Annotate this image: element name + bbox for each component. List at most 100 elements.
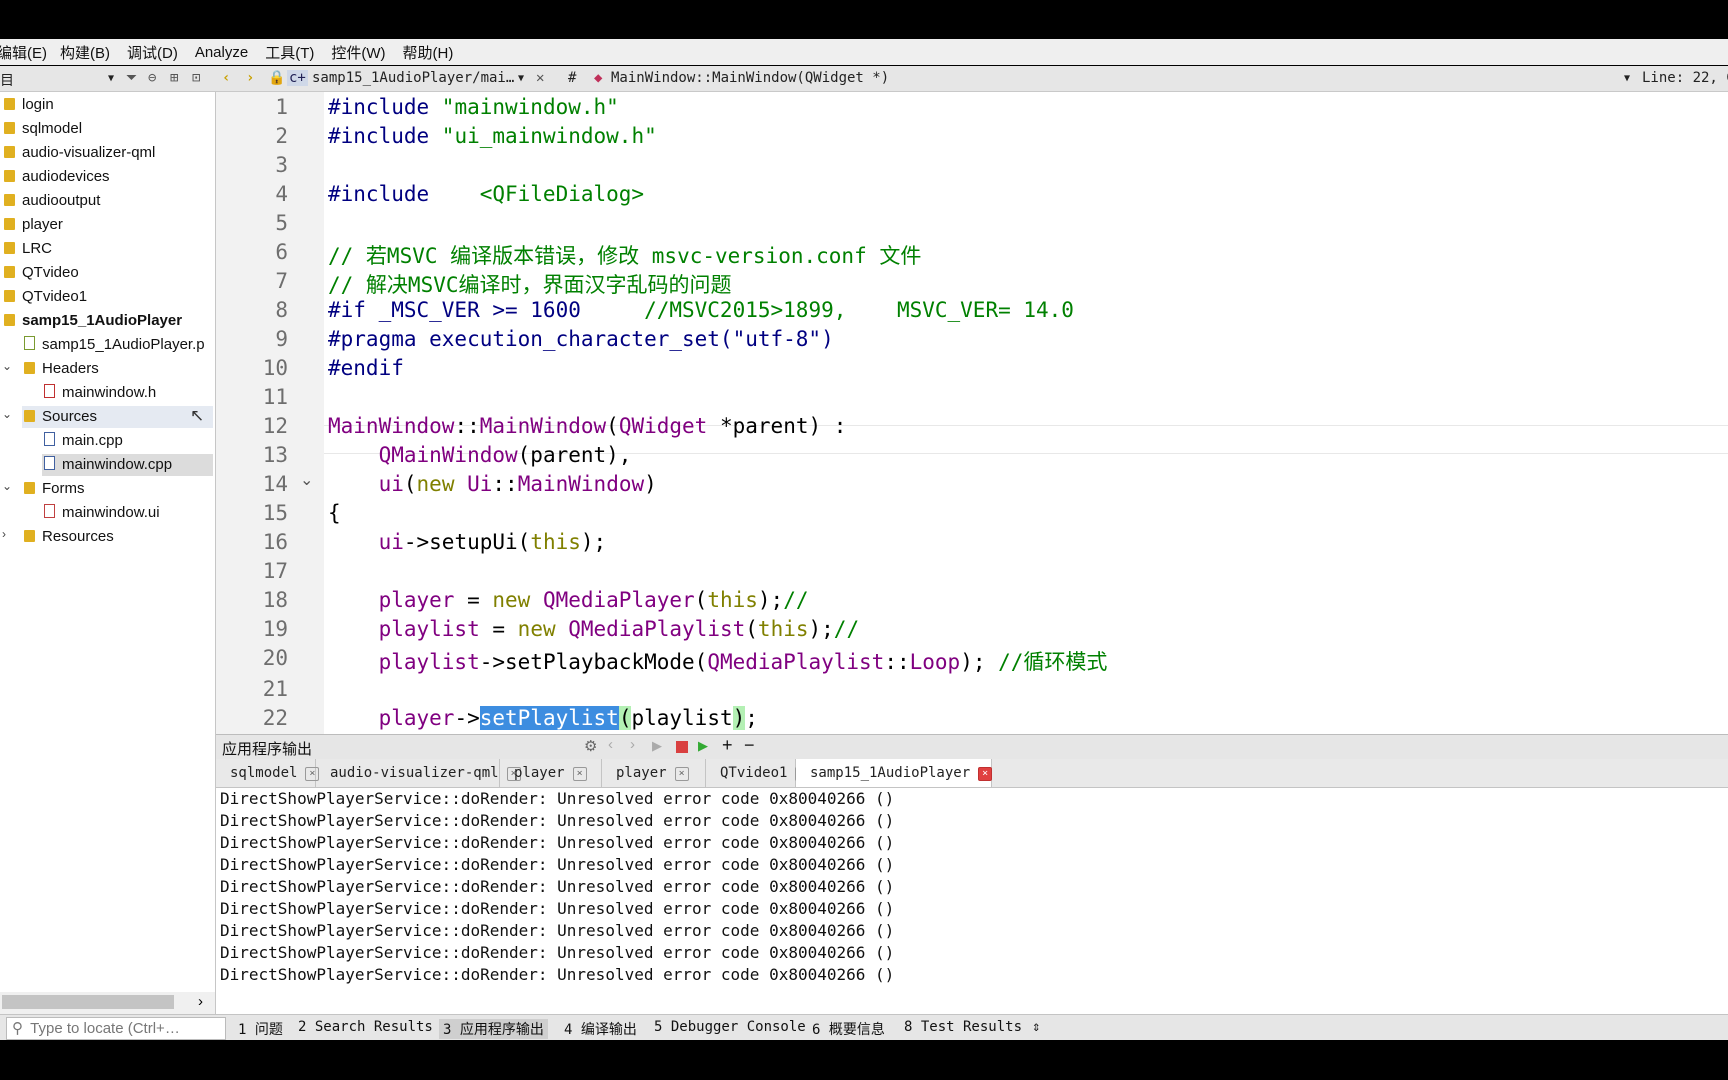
output-pane-button[interactable]: 6 概要信息 <box>812 1019 885 1039</box>
split-icon[interactable]: ⊞ <box>170 70 178 86</box>
tree-item[interactable]: main.cpp <box>42 430 147 452</box>
menu-debug[interactable]: 调试(D) <box>127 42 178 63</box>
chevron-down-icon[interactable]: ▼ <box>1624 73 1630 84</box>
code-line[interactable]: // 解决MSVC编译时，界面汉字乱码的问题 <box>328 269 732 299</box>
code-token: QWidget <box>618 414 708 438</box>
output-pane-button[interactable]: 1 问题 <box>238 1019 283 1039</box>
tree-item[interactable]: sqlmodel <box>0 118 106 140</box>
tree-item[interactable]: Sources <box>22 406 213 428</box>
output-pane-button[interactable]: 3 应用程序输出 <box>439 1019 548 1039</box>
tree-item[interactable]: audiooutput <box>0 190 124 212</box>
output-pane-button[interactable]: 5 Debugger Console <box>654 1019 806 1035</box>
filter-icon[interactable]: ⏷ <box>126 70 137 86</box>
chevron-down-icon[interactable]: ▼ <box>518 73 524 84</box>
code-line[interactable]: #endif <box>328 356 404 380</box>
code-line[interactable]: playlist->setPlaybackMode(QMediaPlaylist… <box>328 646 1108 676</box>
run-icon[interactable]: ▶ <box>652 738 662 754</box>
code-line[interactable]: player->setPlaylist(playlist); <box>328 706 758 730</box>
fold-marker-icon[interactable]: ⌄ <box>300 470 313 490</box>
code-line[interactable]: MainWindow::MainWindow(QWidget *parent) … <box>328 414 846 438</box>
chevron-down-icon[interactable]: ⌄ <box>2 479 12 493</box>
output-pane-button[interactable]: 2 Search Results <box>298 1019 433 1035</box>
code-line[interactable]: ui->setupUi(this); <box>328 530 607 554</box>
tree-item[interactable]: Headers <box>22 358 123 380</box>
tree-item[interactable]: samp15_1AudioPlayer.p <box>22 334 229 356</box>
code-line[interactable]: #include <QFileDialog> <box>328 182 644 206</box>
code-line[interactable]: playlist = new QMediaPlaylist(this);// <box>328 617 860 641</box>
tree-item[interactable]: QTvideo <box>0 262 103 284</box>
forward-arrow-icon[interactable]: › <box>246 70 254 86</box>
tree-item[interactable]: audiodevices <box>0 166 134 188</box>
line-number: 15 <box>262 501 288 525</box>
tree-item-label: mainwindow.h <box>62 384 157 401</box>
menu-edit[interactable]: 编辑(E) <box>0 42 47 63</box>
chevron-down-icon[interactable]: ⌄ <box>2 407 12 421</box>
sidebar-scrollbar[interactable]: › <box>0 992 215 1014</box>
code-line[interactable]: #pragma execution_character_set("utf-8") <box>328 327 834 351</box>
tree-item[interactable]: login <box>0 94 78 116</box>
chevron-right-icon[interactable]: › <box>198 993 203 1010</box>
tree-item[interactable]: player <box>0 214 87 236</box>
tree-item[interactable]: QTvideo1 <box>0 286 111 308</box>
tree-item[interactable]: mainwindow.ui <box>42 502 184 524</box>
debug-run-icon[interactable]: ▶ <box>698 738 708 754</box>
menu-help[interactable]: 帮助(H) <box>403 42 454 63</box>
locator-input[interactable]: ⚲ Type to locate (Ctrl+… <box>6 1017 226 1040</box>
menu-build[interactable]: 构建(B) <box>60 42 110 63</box>
chevron-down-icon[interactable]: ▼ <box>108 73 114 84</box>
tree-item[interactable]: mainwindow.h <box>42 382 180 404</box>
add-icon[interactable]: + <box>722 735 733 756</box>
code-line[interactable]: // 若MSVC 编译版本错误，修改 msvc-version.conf 文件 <box>328 240 921 270</box>
settings-icon[interactable]: ⚙ <box>584 737 597 755</box>
close-tab-icon[interactable]: × <box>572 767 587 781</box>
code-line[interactable]: player = new QMediaPlayer(this);// <box>328 588 809 612</box>
close-tab-icon[interactable]: × <box>674 767 689 781</box>
cursor-position[interactable]: Line: 22, C <box>1642 70 1728 86</box>
code-line[interactable]: #include "mainwindow.h" <box>328 95 619 119</box>
output-tab[interactable]: samp15_1AudioPlayer × <box>796 759 993 787</box>
output-tab[interactable]: QTvideo1× <box>706 759 810 787</box>
application-output[interactable]: DirectShowPlayerService::doRender: Unres… <box>216 788 1728 1014</box>
close-sidebar-icon[interactable]: ⊡ <box>192 70 200 86</box>
chevron-right-icon[interactable]: › <box>2 527 12 541</box>
menu-bar: 编辑(E) 构建(B) 调试(D) Analyze 工具(T) 控件(W) 帮助… <box>0 39 1728 65</box>
minimize-icon[interactable]: − <box>744 735 755 756</box>
output-tab[interactable]: player × <box>602 759 706 787</box>
tree-item[interactable]: samp15_1AudioPlayer <box>0 310 206 332</box>
output-tab[interactable]: audio-visualizer-qml × <box>316 759 521 787</box>
tree-item[interactable]: mainwindow.cpp <box>42 454 213 476</box>
project-view-selector[interactable]: 目 <box>0 70 14 90</box>
scrollbar-thumb[interactable] <box>2 995 174 1009</box>
output-tab-label: QTvideo1 <box>720 765 788 781</box>
code-line[interactable]: { <box>328 501 341 525</box>
next-icon[interactable]: › <box>630 736 635 753</box>
stop-icon[interactable] <box>676 741 688 753</box>
output-pane-button[interactable]: 4 编译输出 <box>564 1019 637 1039</box>
code-line[interactable]: QMainWindow(parent), <box>328 443 632 467</box>
output-tab[interactable]: player × <box>500 759 602 787</box>
chevron-down-icon[interactable]: ⌄ <box>2 359 12 373</box>
tree-item-label: mainwindow.cpp <box>62 456 173 473</box>
tree-item[interactable]: Forms <box>22 478 109 500</box>
menu-analyze[interactable]: Analyze <box>195 44 248 61</box>
code-line[interactable]: #include "ui_mainwindow.h" <box>328 124 657 148</box>
tree-item[interactable]: LRC <box>0 238 76 260</box>
symbol-selector[interactable]: MainWindow::MainWindow(QWidget *) <box>611 70 889 86</box>
previous-icon[interactable]: ‹ <box>608 736 613 753</box>
code-line[interactable]: #if _MSC_VER >= 1600 //MSVC2015>1899, MS… <box>328 298 1074 322</box>
code-editor[interactable]: 1 2 3 4 5 6 7 8 9 10 11 12 13 14 ⌄ 15 16 17 18 19 20 21 22 #in… <box>216 92 1728 734</box>
output-pane-button[interactable]: 8 Test Results <box>904 1019 1022 1035</box>
tree-item[interactable]: Resources <box>22 526 138 548</box>
menu-controls[interactable]: 控件(W) <box>331 42 385 63</box>
close-document-icon[interactable]: ✕ <box>536 70 544 86</box>
code-line[interactable]: ui(new Ui::MainWindow) <box>328 472 657 496</box>
output-tab[interactable]: sqlmodel × <box>216 759 320 787</box>
open-file-tab[interactable]: samp15_1AudioPlayer/mai… <box>312 70 514 86</box>
more-panes-icon[interactable]: ⇕ <box>1032 1019 1040 1035</box>
tree-item[interactable]: audio-visualizer-qml <box>0 142 179 164</box>
menu-tools[interactable]: 工具(T) <box>265 42 314 63</box>
close-tab-icon[interactable]: × <box>978 767 993 781</box>
link-icon[interactable]: ⊖ <box>148 70 156 86</box>
back-arrow-icon[interactable]: ‹ <box>222 70 230 86</box>
